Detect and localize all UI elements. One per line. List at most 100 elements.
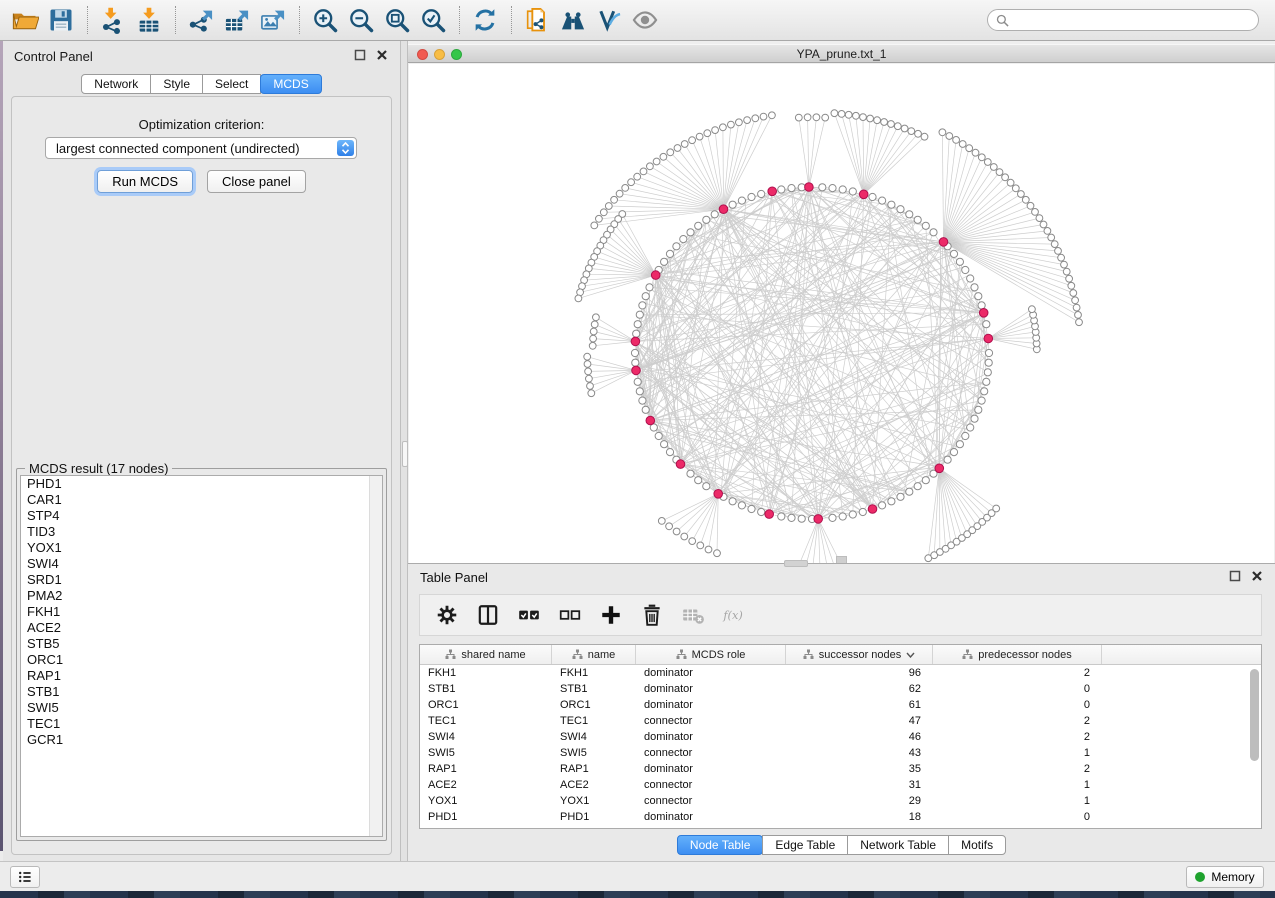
mcds-result-node[interactable]: PMA2 (21, 588, 382, 604)
table-cell[interactable]: 0 (933, 697, 1102, 713)
table-cell[interactable]: YOX1 (552, 793, 636, 809)
mcds-result-node[interactable]: CAR1 (21, 492, 382, 508)
mcds-result-node[interactable]: STB5 (21, 636, 382, 652)
clone-network-button[interactable] (521, 3, 555, 37)
table-cell[interactable]: RAP1 (420, 761, 552, 777)
table-cell[interactable]: 31 (786, 777, 933, 793)
table-cell[interactable]: dominator (636, 665, 786, 681)
table-cell[interactable]: RAP1 (552, 761, 636, 777)
table-cell[interactable]: STB1 (552, 681, 636, 697)
table-row[interactable]: ACE2ACE2connector311 (420, 777, 1261, 793)
tab-network-table[interactable]: Network Table (847, 835, 949, 855)
table-cell[interactable]: 47 (786, 713, 933, 729)
delete-table-button[interactable] (680, 602, 706, 628)
table-cell[interactable]: FKH1 (552, 665, 636, 681)
table-row[interactable]: YOX1YOX1connector291 (420, 793, 1261, 809)
mcds-result-node[interactable]: YOX1 (21, 540, 382, 556)
mcds-result-node[interactable]: SRD1 (21, 572, 382, 588)
optimization-criterion-select[interactable]: largest connected component (undirected) (45, 137, 357, 159)
table-cell[interactable]: 2 (933, 665, 1102, 681)
table-cell[interactable]: 2 (933, 713, 1102, 729)
add-row-button[interactable] (598, 602, 624, 628)
table-scrollbar-thumb[interactable] (1250, 669, 1259, 761)
tab-network[interactable]: Network (81, 74, 151, 94)
table-cell[interactable]: 18 (786, 809, 933, 825)
network-graph[interactable] (409, 64, 1274, 563)
table-cell[interactable]: 2 (933, 729, 1102, 745)
mcds-result-node[interactable]: TID3 (21, 524, 382, 540)
table-cell[interactable]: 1 (933, 793, 1102, 809)
tab-mcds[interactable]: MCDS (260, 74, 321, 94)
mcds-result-node[interactable]: RAP1 (21, 668, 382, 684)
float-panel-icon[interactable] (354, 49, 366, 61)
close-panel-icon[interactable] (376, 49, 388, 61)
mcds-result-node[interactable]: SWI4 (21, 556, 382, 572)
table-cell[interactable]: SWI4 (552, 729, 636, 745)
table-row[interactable]: TEC1TEC1connector472 (420, 713, 1261, 729)
column-header-mcds-role[interactable]: MCDS role (636, 645, 786, 664)
table-cell[interactable]: STB1 (420, 681, 552, 697)
table-cell[interactable]: PHD1 (552, 809, 636, 825)
mcds-result-node[interactable]: STB1 (21, 684, 382, 700)
table-cell[interactable]: dominator (636, 809, 786, 825)
run-mcds-button[interactable]: Run MCDS (97, 170, 193, 193)
table-scrollbar[interactable] (1250, 669, 1259, 824)
table-cell[interactable]: 43 (786, 745, 933, 761)
search-input[interactable] (1014, 12, 1250, 28)
export-table-button[interactable] (221, 3, 255, 37)
apply-style-button[interactable] (593, 3, 627, 37)
column-header-predecessor-nodes[interactable]: predecessor nodes (933, 645, 1102, 664)
show-column-button[interactable] (475, 602, 501, 628)
table-row[interactable]: FKH1FKH1dominator962 (420, 665, 1261, 681)
tab-motifs[interactable]: Motifs (948, 835, 1006, 855)
column-header-shared-name[interactable]: shared name (420, 645, 552, 664)
delete-row-button[interactable] (639, 602, 665, 628)
save-session-button[interactable] (45, 3, 79, 37)
import-network-button[interactable] (97, 3, 131, 37)
mcds-result-node[interactable]: FKH1 (21, 604, 382, 620)
close-panel-button[interactable]: Close panel (207, 170, 306, 193)
select-all-button[interactable] (516, 602, 542, 628)
show-graphics-details-button[interactable] (629, 3, 663, 37)
table-cell[interactable]: PHD1 (420, 809, 552, 825)
deselect-all-button[interactable] (557, 602, 583, 628)
table-cell[interactable]: SWI5 (420, 745, 552, 761)
table-row[interactable]: SWI5SWI5connector431 (420, 745, 1261, 761)
import-table-button[interactable] (133, 3, 167, 37)
table-cell[interactable]: 96 (786, 665, 933, 681)
table-cell[interactable]: 61 (786, 697, 933, 713)
table-cell[interactable]: TEC1 (552, 713, 636, 729)
table-cell[interactable]: dominator (636, 761, 786, 777)
table-cell[interactable]: ORC1 (420, 697, 552, 713)
network-window-titlebar[interactable]: YPA_prune.txt_1 (408, 44, 1275, 63)
function-builder-button[interactable]: f(x) (721, 602, 761, 628)
open-file-button[interactable] (9, 3, 43, 37)
memory-button[interactable]: Memory (1186, 866, 1264, 888)
table-cell[interactable]: dominator (636, 697, 786, 713)
table-row[interactable]: PHD1PHD1dominator180 (420, 809, 1261, 825)
mcds-result-node[interactable]: PHD1 (21, 476, 382, 492)
mcds-result-node[interactable]: ORC1 (21, 652, 382, 668)
table-row[interactable]: ORC1ORC1dominator610 (420, 697, 1261, 713)
close-panel-icon[interactable] (1251, 570, 1263, 582)
zoom-selected-button[interactable] (417, 3, 451, 37)
table-cell[interactable]: FKH1 (420, 665, 552, 681)
mcds-result-node[interactable]: GCR1 (21, 732, 382, 748)
table-cell[interactable]: connector (636, 793, 786, 809)
table-cell[interactable]: connector (636, 745, 786, 761)
float-panel-icon[interactable] (1229, 570, 1241, 582)
table-cell[interactable]: ORC1 (552, 697, 636, 713)
mcds-result-node[interactable]: STP4 (21, 508, 382, 524)
table-cell[interactable]: 0 (933, 809, 1102, 825)
tab-style[interactable]: Style (150, 74, 203, 94)
export-image-button[interactable] (257, 3, 291, 37)
table-settings-button[interactable] (434, 602, 460, 628)
table-row[interactable]: RAP1RAP1dominator352 (420, 761, 1261, 777)
zoom-in-button[interactable] (309, 3, 343, 37)
column-header-successor-nodes[interactable]: successor nodes (786, 645, 933, 664)
column-header-name[interactable]: name (552, 645, 636, 664)
table-cell[interactable]: connector (636, 713, 786, 729)
tab-edge-table[interactable]: Edge Table (762, 835, 848, 855)
table-cell[interactable]: 46 (786, 729, 933, 745)
table-cell[interactable]: 35 (786, 761, 933, 777)
